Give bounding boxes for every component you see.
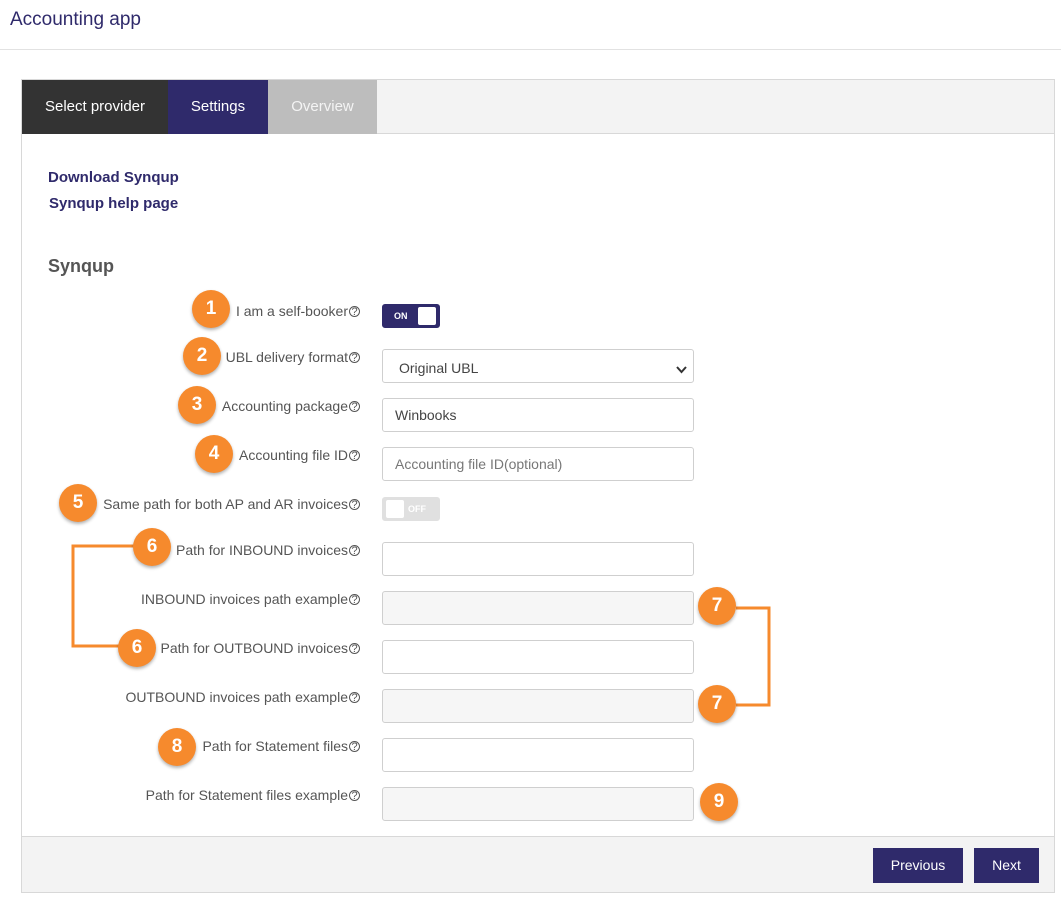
annotation-badge: 3 <box>178 386 216 424</box>
wizard-footer: Previous Next <box>22 836 1054 892</box>
previous-button[interactable]: Previous <box>873 848 963 883</box>
help-icon[interactable]: ? <box>349 790 360 802</box>
annotation-badge: 7 <box>698 587 736 625</box>
tab-select-provider[interactable]: Select provider <box>22 80 168 134</box>
ubl-format-select[interactable]: Original UBL <box>382 349 694 383</box>
inbound-example-label: INBOUND invoices path example? <box>141 591 360 607</box>
app-title: Accounting app <box>10 9 141 30</box>
help-icon[interactable]: ? <box>349 306 360 318</box>
chevron-down-icon <box>676 361 687 379</box>
app-header: Accounting app <box>0 0 1061 50</box>
outbound-example-input <box>382 689 694 723</box>
tab-bar: Select provider Settings Overview <box>22 80 1054 134</box>
statement-path-label: Path for Statement files? <box>202 738 360 754</box>
panel-border-gap <box>1033 250 1037 755</box>
self-booker-toggle[interactable]: ON <box>382 304 440 328</box>
annotation-badge: 5 <box>59 484 97 522</box>
self-booker-label: I am a self-booker? <box>236 303 360 319</box>
help-icon[interactable]: ? <box>349 692 360 704</box>
same-path-toggle[interactable]: OFF <box>382 497 440 521</box>
section-title: Synqup <box>48 256 114 276</box>
annotation-badge: 2 <box>183 337 221 375</box>
annotation-badge: 6 <box>133 528 171 566</box>
help-icon[interactable]: ? <box>349 352 360 364</box>
statement-example-label: Path for Statement files example? <box>146 787 360 803</box>
help-icon[interactable]: ? <box>349 499 360 511</box>
next-button[interactable]: Next <box>974 848 1039 883</box>
tab-settings[interactable]: Settings <box>168 80 268 134</box>
outbound-example-label: OUTBOUND invoices path example? <box>125 689 360 705</box>
annotation-badge: 6 <box>118 629 156 667</box>
help-icon[interactable]: ? <box>349 401 360 413</box>
outbound-path-label: Path for OUTBOUND invoices? <box>161 640 360 656</box>
help-icon[interactable]: ? <box>349 594 360 606</box>
annotation-badge: 4 <box>195 435 233 473</box>
toggle-knob <box>418 307 436 325</box>
annotation-badge: 9 <box>700 783 738 821</box>
help-icon[interactable]: ? <box>349 450 360 462</box>
outbound-path-input[interactable] <box>382 640 694 674</box>
same-path-label: Same path for both AP and AR invoices? <box>103 496 360 512</box>
synqup-help-link[interactable]: Synqup help page <box>49 195 178 212</box>
annotation-bracket-7 <box>736 606 771 707</box>
ubl-format-label: UBL delivery format? <box>226 349 360 365</box>
help-icon[interactable]: ? <box>349 741 360 753</box>
accounting-package-input[interactable] <box>382 398 694 432</box>
tab-overview[interactable]: Overview <box>268 80 377 134</box>
inbound-path-label: Path for INBOUND invoices? <box>176 542 360 558</box>
toggle-knob <box>386 500 404 518</box>
accounting-package-label: Accounting package? <box>222 398 360 414</box>
wizard-panel: Select provider Settings Overview Downlo… <box>21 79 1055 893</box>
accounting-file-id-label: Accounting file ID? <box>239 447 360 463</box>
download-synqup-link[interactable]: Download Synqup <box>48 169 179 186</box>
inbound-path-input[interactable] <box>382 542 694 576</box>
statement-path-input[interactable] <box>382 738 694 772</box>
help-icon[interactable]: ? <box>349 643 360 655</box>
accounting-file-id-input[interactable] <box>382 447 694 481</box>
inbound-example-input <box>382 591 694 625</box>
statement-example-input <box>382 787 694 821</box>
annotation-badge: 8 <box>158 728 196 766</box>
annotation-badge: 1 <box>192 290 230 328</box>
help-icon[interactable]: ? <box>349 545 360 557</box>
annotation-badge: 7 <box>698 685 736 723</box>
